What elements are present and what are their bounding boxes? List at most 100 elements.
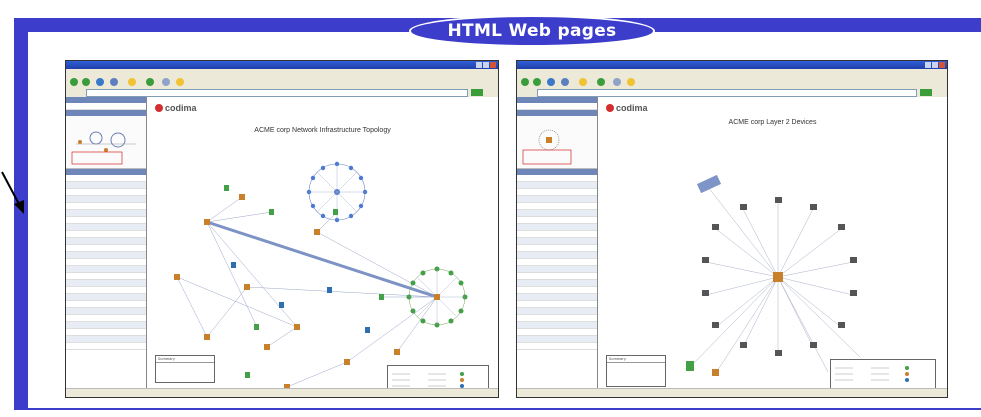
menubar: [66, 69, 498, 76]
property-row: [66, 308, 146, 315]
property-row: [517, 259, 597, 266]
property-row: [66, 252, 146, 259]
property-row: [517, 231, 597, 238]
property-row: [517, 252, 597, 259]
property-row: [66, 336, 146, 343]
property-row: [66, 238, 146, 245]
browser-screenshot-layer2: codima ACME corp Layer 2 Devices Summary: [516, 60, 948, 398]
refresh-icon[interactable]: [547, 78, 555, 86]
history-icon[interactable]: [613, 78, 621, 86]
window-controls: [476, 62, 496, 68]
window-titlebar: [517, 61, 947, 69]
frame-bottom-bar: [14, 408, 981, 410]
refresh-icon[interactable]: [96, 78, 104, 86]
go-icon[interactable]: [920, 89, 932, 96]
property-row: [66, 189, 146, 196]
back-icon[interactable]: [70, 78, 78, 86]
property-row: [66, 287, 146, 294]
history-icon[interactable]: [162, 78, 170, 86]
property-row: [66, 329, 146, 336]
property-row: [517, 175, 597, 182]
sidebar-select[interactable]: [517, 103, 597, 110]
property-row: [66, 224, 146, 231]
summary-box: Summary: [155, 355, 215, 383]
overview-minimap[interactable]: [66, 116, 146, 169]
favorites-icon[interactable]: [128, 78, 136, 86]
summary-label: Summary: [607, 356, 665, 363]
forward-icon[interactable]: [82, 78, 90, 86]
legend-box: [830, 359, 936, 389]
mail-icon[interactable]: [176, 78, 184, 86]
summary-label: Summary: [156, 356, 214, 363]
property-row: [66, 315, 146, 322]
pointer-arrow-icon: [1, 171, 24, 214]
close-icon[interactable]: [490, 62, 496, 68]
property-row: [517, 189, 597, 196]
sidebar: [517, 97, 598, 389]
address-field[interactable]: [537, 89, 917, 97]
status-bar: [66, 388, 498, 397]
media-icon[interactable]: [597, 78, 605, 86]
property-row: [66, 231, 146, 238]
property-row: [517, 266, 597, 273]
search-icon[interactable]: [561, 78, 569, 86]
property-row: [517, 224, 597, 231]
property-row: [517, 245, 597, 252]
property-row: [517, 273, 597, 280]
property-row: [517, 196, 597, 203]
property-row: [66, 217, 146, 224]
favorites-icon[interactable]: [579, 78, 587, 86]
property-row: [517, 322, 597, 329]
property-row: [517, 280, 597, 287]
property-row: [66, 343, 146, 350]
property-row: [66, 182, 146, 189]
mail-icon[interactable]: [627, 78, 635, 86]
maximize-icon[interactable]: [483, 62, 489, 68]
property-row: [517, 308, 597, 315]
summary-box: Summary: [606, 355, 666, 387]
property-row: [66, 322, 146, 329]
status-bar: [517, 388, 947, 397]
address-field[interactable]: [86, 89, 468, 97]
media-icon[interactable]: [146, 78, 154, 86]
maximize-icon[interactable]: [932, 62, 938, 68]
property-row: [517, 203, 597, 210]
codima-logo-icon: [155, 104, 163, 112]
go-icon[interactable]: [471, 89, 483, 96]
codima-logo: codima: [606, 103, 648, 113]
property-row: [517, 217, 597, 224]
diagram-canvas[interactable]: codima ACME corp Network Infrastructure …: [147, 97, 498, 393]
property-row: [517, 343, 597, 350]
property-row: [66, 203, 146, 210]
diagram-title: ACME corp Layer 2 Devices: [728, 119, 817, 126]
browser-screenshot-topology: codima ACME corp Network Infrastructure …: [65, 60, 499, 398]
forward-icon[interactable]: [533, 78, 541, 86]
property-row: [517, 182, 597, 189]
property-row: [66, 259, 146, 266]
close-icon[interactable]: [939, 62, 945, 68]
property-row: [66, 245, 146, 252]
diagram-title: ACME corp Network Infrastructure Topolog…: [254, 127, 391, 134]
search-icon[interactable]: [110, 78, 118, 86]
property-row: [517, 329, 597, 336]
minimize-icon[interactable]: [925, 62, 931, 68]
sidebar: [66, 97, 147, 389]
diagram-canvas[interactable]: codima ACME corp Layer 2 Devices Summary: [598, 97, 947, 389]
minimize-icon[interactable]: [476, 62, 482, 68]
property-row: [517, 315, 597, 322]
back-icon[interactable]: [521, 78, 529, 86]
window-titlebar: [66, 61, 498, 69]
property-row: [517, 301, 597, 308]
property-row: [517, 336, 597, 343]
property-row: [66, 196, 146, 203]
property-row: [66, 266, 146, 273]
property-row: [517, 238, 597, 245]
overview-minimap[interactable]: [517, 116, 597, 169]
sidebar-select[interactable]: [66, 103, 146, 110]
property-row: [66, 210, 146, 217]
property-row: [66, 301, 146, 308]
property-row: [66, 294, 146, 301]
menubar: [517, 69, 947, 76]
codima-logo-icon: [606, 104, 614, 112]
property-row: [517, 210, 597, 217]
